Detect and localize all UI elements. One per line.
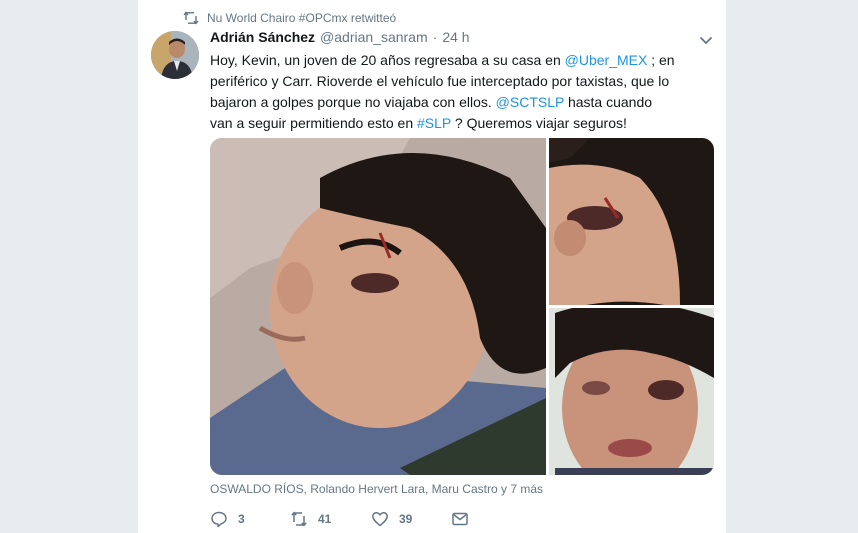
mention-link-uber[interactable]: @Uber_MEX <box>565 52 648 68</box>
reply-icon <box>211 511 227 528</box>
media-photo-1[interactable] <box>210 138 546 475</box>
reply-count: 3 <box>238 512 245 526</box>
tweet-header: Adrián Sánchez @adrian_sanram · 24 h <box>210 29 696 47</box>
retweet-icon <box>291 511 307 527</box>
retweet-context: Nu World Chairo #OPCmx retwitteó <box>183 9 396 27</box>
mention-link-sct[interactable]: @SCTSLP <box>496 94 564 110</box>
retweet-count: 41 <box>318 512 332 526</box>
tweet-text-part: ? Queremos viajar seguros! <box>451 115 627 131</box>
retweet-icon <box>183 11 199 25</box>
chevron-down-icon[interactable] <box>698 32 714 48</box>
tweet-text: Hoy, Kevin, un joven de 20 años regresab… <box>210 50 676 134</box>
media-photo-2[interactable] <box>549 138 714 305</box>
hashtag-link[interactable]: #SLP <box>417 115 451 131</box>
tweet-card[interactable]: Nu World Chairo #OPCmx retwitteó Adrián … <box>138 0 726 533</box>
separator-dot: · <box>432 29 438 45</box>
media-photo-3[interactable] <box>549 301 714 475</box>
avatar[interactable] <box>151 31 199 79</box>
envelope-icon <box>452 512 468 526</box>
retweet-context-text[interactable]: Nu World Chairo #OPCmx retwitteó <box>207 11 396 25</box>
like-button[interactable]: 39 <box>371 508 412 530</box>
heart-icon <box>372 511 388 527</box>
tweet-text-part: Hoy, Kevin, un joven de 20 años regresab… <box>210 52 565 68</box>
retweet-button[interactable]: 41 <box>290 508 331 530</box>
reply-button[interactable]: 3 <box>210 508 245 530</box>
media-grid <box>210 138 714 475</box>
author-handle[interactable]: @adrian_sanram <box>320 29 428 45</box>
tagged-users[interactable]: OSWALDO RÍOS, Rolando Hervert Lara, Maru… <box>210 482 543 496</box>
like-count: 39 <box>399 512 413 526</box>
author-name[interactable]: Adrián Sánchez <box>210 29 315 45</box>
tweet-timestamp[interactable]: 24 h <box>442 29 469 45</box>
direct-message-button[interactable] <box>451 508 469 530</box>
tweet-actions: 3 41 39 <box>210 508 610 530</box>
